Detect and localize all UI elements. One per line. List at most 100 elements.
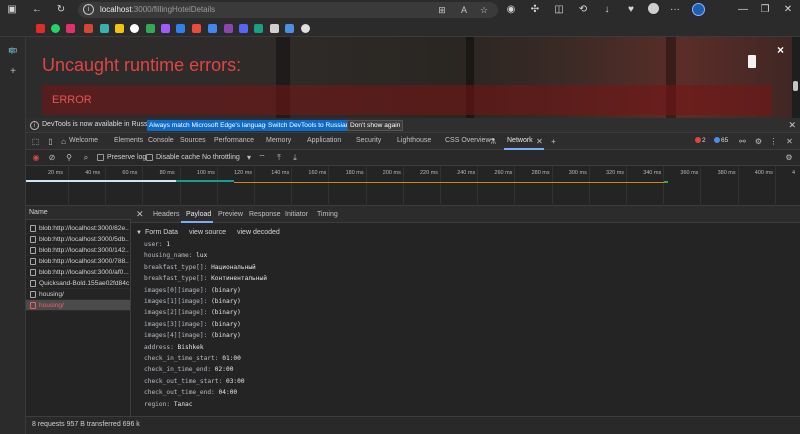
add-tab-icon[interactable]: + [548, 136, 559, 147]
form-data-row[interactable]: images[2][image]: (binary) [144, 309, 241, 316]
download-icon[interactable]: ↓ [600, 3, 614, 17]
form-data-row[interactable]: images[4][image]: (binary) [144, 332, 241, 339]
bookmark-icon[interactable] [285, 24, 294, 33]
bookmark-icon[interactable] [254, 24, 263, 33]
page-scrollbar[interactable] [792, 37, 800, 118]
tab-sources[interactable]: Sources [180, 137, 206, 144]
tab-application[interactable]: Application [307, 137, 341, 144]
form-data-row[interactable]: breakfast_type[]: Национальный [144, 264, 256, 271]
record-icon[interactable]: ◉ [31, 153, 41, 163]
tab-home-icon[interactable]: ⌂ [58, 136, 69, 147]
tab-performance[interactable]: Performance [214, 137, 254, 144]
bookmark-icon[interactable] [270, 24, 279, 33]
filter-icon[interactable]: ⚲ [64, 153, 74, 163]
view-decoded-link[interactable]: view decoded [237, 229, 280, 236]
request-row[interactable]: blob:http://localhost:3000/5db... [26, 234, 130, 245]
customize-icon[interactable]: ⚯ [737, 136, 748, 147]
whatsapp-icon[interactable] [51, 24, 60, 33]
figma-icon[interactable] [161, 24, 170, 33]
network-settings-icon[interactable]: ⚙ [784, 153, 794, 163]
form-data-row[interactable]: region: Талас [144, 401, 192, 408]
window-close-icon[interactable]: ✕ [781, 3, 795, 17]
maximize-icon[interactable]: ❐ [758, 3, 772, 17]
form-data-row[interactable]: check_out_time_end: 04:00 [144, 389, 237, 396]
tab-actions-icon[interactable]: ▣ [5, 3, 19, 17]
github-icon[interactable] [130, 24, 139, 33]
device-emulation-icon[interactable]: ▯ [45, 136, 56, 147]
infobar-close-icon[interactable]: ✕ [788, 120, 796, 131]
tab-lighthouse[interactable]: Lighthouse [397, 137, 431, 144]
inspect-element-icon[interactable]: ⬚ [30, 136, 41, 147]
lightbulb-icon[interactable]: ◉ [504, 3, 518, 17]
view-source-link[interactable]: view source [189, 229, 226, 236]
youtube-icon[interactable] [36, 24, 45, 33]
dont-show-again-button[interactable]: Don't show again [347, 120, 404, 131]
tab-css-overview[interactable]: CSS Overview [445, 137, 491, 144]
more-options-icon[interactable]: ⋮ [768, 136, 779, 147]
bookmark-icon[interactable] [239, 24, 248, 33]
form-data-section-toggle[interactable]: ▼ Form Data [136, 229, 178, 236]
bookmark-icon[interactable] [146, 24, 155, 33]
form-data-row[interactable]: check_out_time_start: 03:00 [144, 378, 245, 385]
request-row[interactable]: Quicksand-Bold.155ae02fd84c... [26, 278, 130, 289]
tab-network[interactable]: Network [507, 137, 533, 144]
minimize-icon[interactable]: — [736, 3, 750, 17]
bookmark-icon[interactable] [115, 24, 124, 33]
bookmark-icon[interactable] [208, 24, 217, 33]
more-menu-icon[interactable]: ··· [668, 3, 682, 17]
error-count-badge[interactable]: 2 [695, 137, 706, 144]
site-info-icon[interactable]: i [83, 4, 94, 15]
bookmark-icon[interactable] [176, 24, 185, 33]
tab-headers[interactable]: Headers [153, 211, 179, 218]
add-icon[interactable]: + [7, 66, 19, 78]
extensions-icon[interactable]: ✣ [528, 3, 542, 17]
tab-welcome[interactable]: Welcome [69, 137, 98, 144]
request-row[interactable]: blob:http://localhost:3000/82e... [26, 223, 130, 234]
close-tab-icon[interactable]: ✕ [534, 136, 545, 147]
export-har-icon[interactable]: ⤓ [290, 153, 300, 163]
bookmark-icon[interactable] [192, 24, 201, 33]
gmail-icon[interactable] [84, 24, 93, 33]
react-icon[interactable]: ⚛ [6, 46, 18, 58]
settings-gear-icon[interactable]: ⚙ [753, 136, 764, 147]
form-data-row[interactable]: breakfast_type[]: Континентальный [144, 275, 267, 282]
tab-response[interactable]: Response [249, 211, 281, 218]
profile-avatar[interactable] [646, 3, 660, 17]
request-row-selected[interactable]: housing/ [26, 300, 130, 311]
form-data-row[interactable]: housing_name: lux [144, 252, 207, 259]
bookmark-icon[interactable] [301, 24, 310, 33]
tab-security[interactable]: Security [356, 137, 381, 144]
switch-russian-button[interactable]: Switch DevTools to Russian [266, 120, 352, 131]
search-icon[interactable]: ⌕ [81, 153, 91, 163]
back-icon[interactable]: ← [30, 3, 44, 17]
bookmark-icon[interactable] [100, 24, 109, 33]
tab-payload[interactable]: Payload [186, 211, 211, 218]
chevron-down-icon[interactable]: ▾ [244, 153, 254, 163]
throttling-select[interactable]: No throttling [202, 154, 240, 161]
tab-elements[interactable]: Elements [114, 137, 143, 144]
history-icon[interactable]: ⟲ [576, 3, 590, 17]
address-bar[interactable]: i localhost:3000/fillingHotelDetails ⊞ A… [78, 2, 498, 18]
tab-memory[interactable]: Memory [266, 137, 291, 144]
page-widget[interactable] [748, 55, 756, 68]
form-data-row[interactable]: check_in_time_start: 01:00 [144, 355, 241, 362]
form-data-row[interactable]: images[3][image]: (binary) [144, 321, 241, 328]
favorite-star-icon[interactable]: ☆ [478, 4, 490, 16]
copilot-icon[interactable] [691, 3, 705, 17]
request-row[interactable]: housing/ [26, 289, 130, 300]
form-data-row[interactable]: images[1][image]: (binary) [144, 298, 241, 305]
details-close-icon[interactable]: ✕ [136, 209, 144, 220]
read-aloud-icon[interactable]: A [458, 4, 470, 16]
form-data-row[interactable]: images[0][image]: (binary) [144, 287, 241, 294]
column-header-name[interactable]: Name [26, 206, 131, 220]
network-timeline[interactable]: 20 ms 40 ms 60 ms 80 ms 100 ms 120 ms 140 ms 16… [26, 166, 800, 206]
match-language-button[interactable]: Always match Microsoft Edge's language [147, 120, 272, 131]
app-available-icon[interactable]: ⊞ [436, 4, 448, 16]
preserve-log-checkbox[interactable] [97, 154, 104, 161]
request-row[interactable]: blob:http://localhost:3000/788... [26, 256, 130, 267]
overlay-close-icon[interactable]: × [777, 43, 784, 57]
tab-preview[interactable]: Preview [218, 211, 243, 218]
disable-cache-checkbox[interactable] [146, 154, 153, 161]
clear-icon[interactable]: ⊘ [47, 153, 57, 163]
message-count-badge[interactable]: 65 [714, 137, 728, 144]
